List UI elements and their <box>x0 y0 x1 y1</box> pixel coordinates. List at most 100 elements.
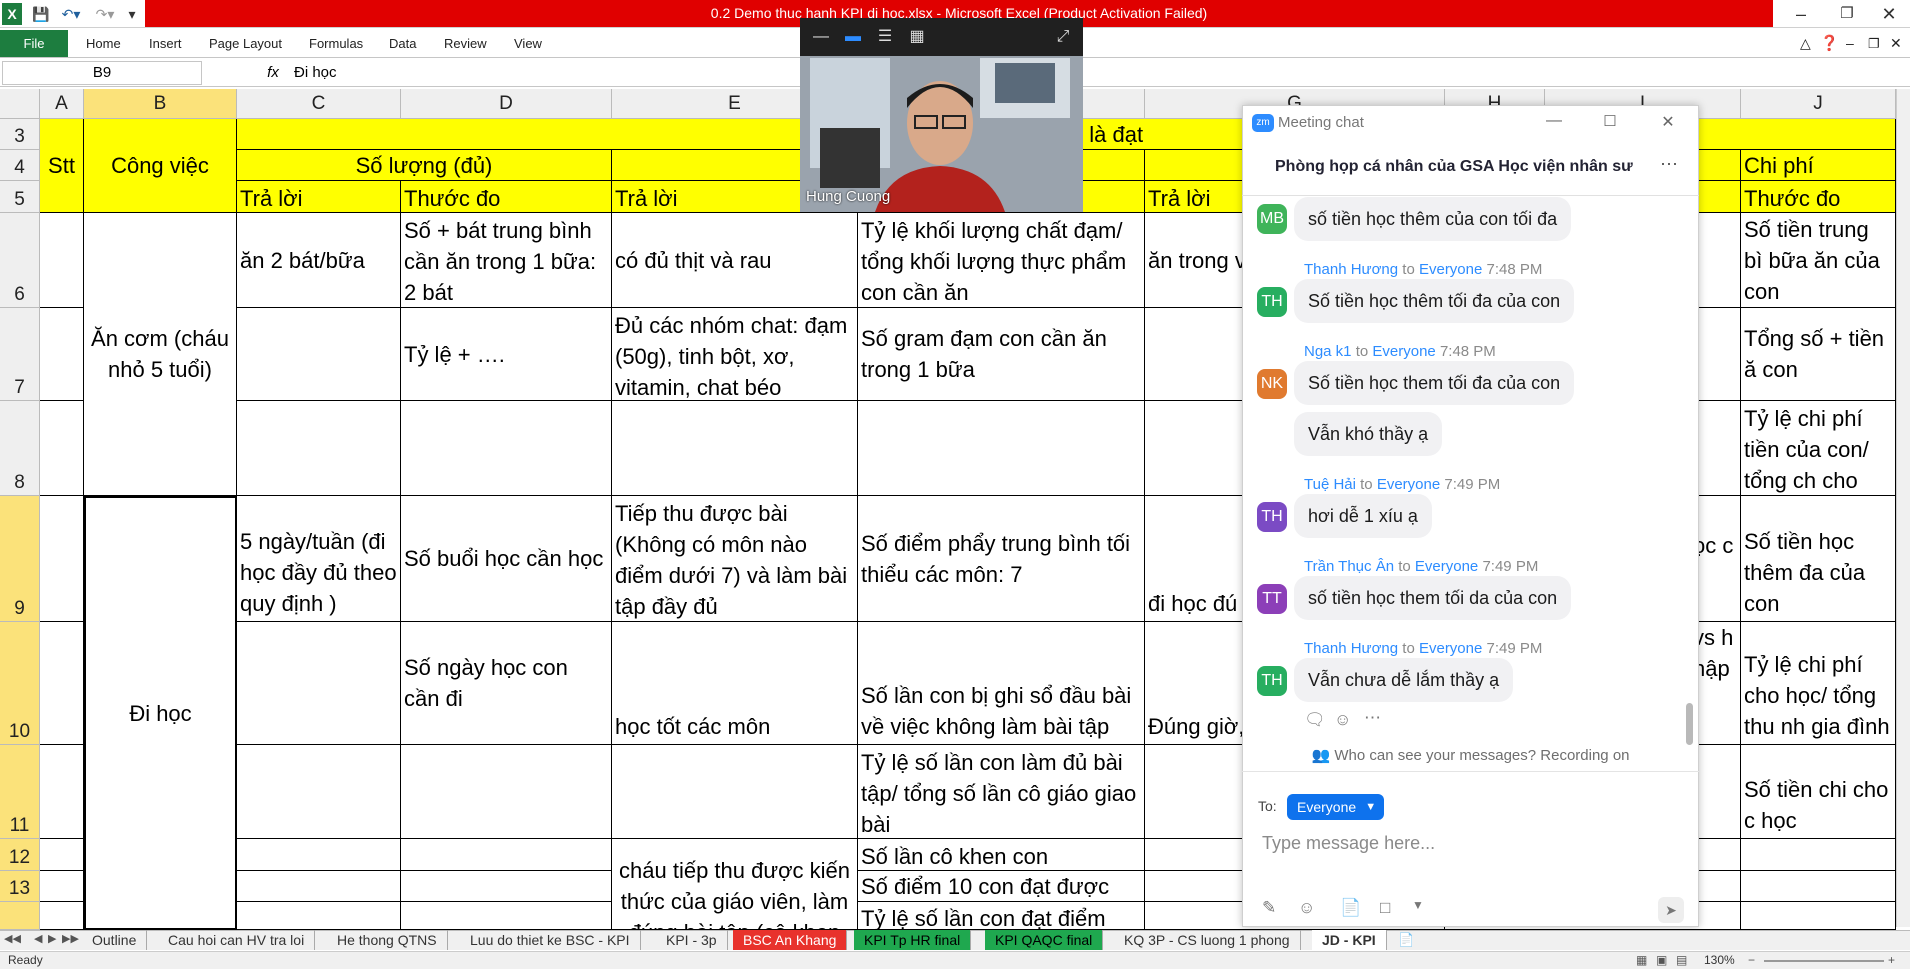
cell-d6[interactable]: Số + bát trung bình cần ăn trong 1 bữa: … <box>401 213 612 308</box>
column-header-d[interactable]: D <box>401 89 612 119</box>
ribbon-minimize-icon[interactable]: – <box>1846 30 1854 57</box>
sheet-nav-first-icon[interactable]: ◀◀ <box>4 932 21 945</box>
column-header-b[interactable]: B <box>84 89 237 119</box>
sheet-tab[interactable]: He thong QTNS <box>327 930 448 950</box>
tab-page-layout[interactable]: Page Layout <box>209 30 282 57</box>
screenshot-icon[interactable]: □ <box>1380 898 1390 918</box>
sender-name[interactable]: Thanh Hương <box>1304 261 1398 278</box>
cell-d13[interactable] <box>401 871 612 902</box>
sheet-nav-next-icon[interactable]: ▶ <box>48 932 56 945</box>
cell-a9[interactable] <box>40 496 84 622</box>
video-gallery-icon[interactable]: ▦ <box>902 24 932 50</box>
cell-c12[interactable] <box>237 839 401 871</box>
chat-scrollbar-thumb[interactable] <box>1686 703 1693 745</box>
cell-b3[interactable]: Công việc <box>84 119 237 213</box>
cell-c5[interactable]: Trả lời <box>237 181 401 213</box>
cell-c13[interactable] <box>237 871 401 902</box>
video-strip-icon[interactable]: ☰ <box>870 24 900 50</box>
sender-name[interactable]: Tuệ Hải <box>1304 476 1356 493</box>
chat-minimize-icon[interactable]: — <box>1544 112 1564 130</box>
cell-a6[interactable] <box>40 213 84 308</box>
cell-f8[interactable] <box>858 401 1145 496</box>
cell-f14[interactable]: Tỷ lệ số lần con đạt điểm <box>858 902 1145 930</box>
save-icon[interactable]: 💾 <box>30 3 52 25</box>
cell-c10[interactable] <box>237 622 401 745</box>
sheet-tab[interactable]: KPI - 3p <box>656 930 728 950</box>
cell-e11[interactable] <box>612 745 858 839</box>
zoom-slider[interactable] <box>1764 960 1884 962</box>
cell-f12[interactable]: Số lần cô khen con <box>858 839 1145 871</box>
cell-j11[interactable]: Số tiền chi cho c học <box>1741 745 1896 839</box>
cell-e9[interactable]: Tiếp thu được bài (Không có môn nào điểm… <box>612 496 858 622</box>
row-header-4[interactable]: 4 <box>0 150 40 181</box>
chat-message-bubble[interactable]: hơi dễ 1 xíu ạ <box>1294 494 1432 538</box>
message-more-icon[interactable]: ⋯ <box>1364 708 1381 728</box>
ribbon-close-icon[interactable]: ✕ <box>1890 30 1902 57</box>
recipient-dropdown[interactable]: Everyone ▼ <box>1287 794 1385 820</box>
sheet-tab[interactable]: KPI QAQC final <box>985 930 1104 950</box>
cell-j12[interactable] <box>1741 839 1896 871</box>
formula-input[interactable]: Đi học <box>292 61 1892 85</box>
cell-e10[interactable]: học tốt các môn <box>612 622 858 745</box>
sheet-tab[interactable]: Cau hoi can HV tra loi <box>158 930 316 950</box>
sheet-tab[interactable]: KPI Tp HR final <box>854 930 972 950</box>
chat-more-icon[interactable]: ⋯ <box>1658 154 1680 175</box>
cell-j5[interactable]: Thước đo <box>1741 181 1896 213</box>
cell-d9[interactable]: Số buổi học cần học <box>401 496 612 622</box>
sender-name[interactable]: Nga k1 <box>1304 343 1352 360</box>
cell-d10[interactable]: Số ngày học con cần đi <box>401 622 612 745</box>
ribbon-collapse-icon[interactable]: △ <box>1800 30 1811 57</box>
cell-d8[interactable] <box>401 401 612 496</box>
cell-e7[interactable]: Đủ các nhóm chat: đạm (50g), tinh bột, x… <box>612 308 858 401</box>
video-minimize-icon[interactable]: — <box>806 24 836 50</box>
cell-j10[interactable]: Tỷ lệ chi phí cho học/ tổng thu nh gia đ… <box>1741 622 1896 745</box>
privacy-notice[interactable]: 👥 Who can see your messages? Recording o… <box>1242 740 1699 772</box>
video-speaker-view-icon[interactable]: ▬ <box>838 24 868 50</box>
cell-d5[interactable]: Thước đo <box>401 181 612 213</box>
row-header-14[interactable] <box>0 902 40 930</box>
row-header-5[interactable]: 5 <box>0 181 40 213</box>
column-header-c[interactable]: C <box>237 89 401 119</box>
cell-f11[interactable]: Tỷ lệ số lần con làm đủ bài tập/ tổng số… <box>858 745 1145 839</box>
cell-f7[interactable]: Số gram đạm con cần ăn trong 1 bữa <box>858 308 1145 401</box>
cell-a8[interactable] <box>40 401 84 496</box>
cell-b9-selected[interactable]: Đi học <box>84 496 237 930</box>
tab-formulas[interactable]: Formulas <box>309 30 363 57</box>
insert-function-icon[interactable]: fx <box>258 61 288 85</box>
select-all-corner[interactable] <box>0 89 40 119</box>
zoom-level[interactable]: 130% <box>1704 953 1735 967</box>
cell-f10[interactable]: Số lần con bị ghi sổ đầu bài về việc khô… <box>858 622 1145 745</box>
chat-message-bubble[interactable]: Vẫn chưa dễ lắm thầy ạ <box>1294 658 1514 702</box>
cell-c4[interactable]: Số lượng (đủ) <box>237 150 612 181</box>
cell-d11[interactable] <box>401 745 612 839</box>
cell-c8[interactable] <box>237 401 401 496</box>
insert-sheet-icon[interactable]: 📄 <box>1398 932 1414 948</box>
row-header-6[interactable]: 6 <box>0 213 40 308</box>
cell-j6[interactable]: Số tiền trung bì bữa ăn của con <box>1741 213 1896 308</box>
redo-icon[interactable]: ↷▾ <box>92 3 118 25</box>
sheet-nav-last-icon[interactable]: ▶▶ <box>62 932 79 945</box>
cell-j7[interactable]: Tổng số + tiền ă con <box>1741 308 1896 401</box>
cell-j8[interactable]: Tỷ lệ chi phí tiền của con/ tổng ch cho … <box>1741 401 1896 496</box>
sender-name[interactable]: Trần Thục Ân <box>1304 558 1394 575</box>
ribbon-restore-icon[interactable]: ❐ <box>1868 30 1880 57</box>
cell-c11[interactable] <box>237 745 401 839</box>
tab-home[interactable]: Home <box>86 30 121 57</box>
chat-message-bubble[interactable]: số tiền học them tối da của con <box>1294 576 1572 620</box>
minimize-icon[interactable]: – <box>1778 0 1824 28</box>
close-icon[interactable]: ✕ <box>1866 0 1910 28</box>
cell-j14[interactable] <box>1741 902 1896 930</box>
cell-e8[interactable] <box>612 401 858 496</box>
page-break-view-icon[interactable]: ▤ <box>1676 953 1687 967</box>
cell-e12[interactable]: cháu tiếp thu được kiến thức của giáo vi… <box>612 839 858 930</box>
tab-insert[interactable]: Insert <box>149 30 182 57</box>
chat-message-bubble[interactable]: số tiền học thêm của con tối đa <box>1294 197 1572 241</box>
cell-d7[interactable]: Tỷ lệ + …. <box>401 308 612 401</box>
chat-message-bubble[interactable]: Vẫn khó thầy ạ <box>1294 412 1443 456</box>
tab-view[interactable]: View <box>514 30 542 57</box>
row-header-13[interactable]: 13 <box>0 871 40 902</box>
chat-message-input[interactable]: Type message here... <box>1262 833 1682 859</box>
cell-c7[interactable] <box>237 308 401 401</box>
page-layout-view-icon[interactable]: ▣ <box>1656 953 1667 967</box>
chat-message-list[interactable]: MB số tiền học thêm của con tối đa Thanh… <box>1242 197 1688 737</box>
